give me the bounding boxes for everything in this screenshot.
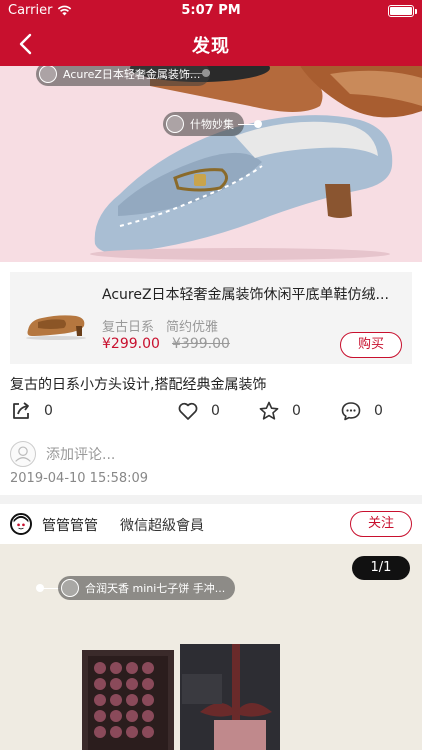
- brand-tag-label: 什物妙集: [190, 118, 234, 131]
- author-row: 管管管管 微信超級會員 关注: [0, 504, 422, 544]
- tag-logo-icon: [61, 579, 79, 597]
- author-level: 微信超級會員: [120, 518, 204, 534]
- comment-bubble-icon: [341, 402, 361, 421]
- status-time: 5:07 PM: [181, 3, 241, 18]
- battery-icon: [388, 5, 417, 17]
- product-original-price: ¥399.00: [172, 336, 230, 352]
- product-card[interactable]: AcureZ日本轻奢金属装饰休闲平底单鞋仿绒... 复古日系 简约优雅 ¥299.…: [10, 272, 412, 364]
- share-action[interactable]: 0: [10, 400, 53, 422]
- product-tag-label: 合润天香 mini七子饼 手冲...: [85, 582, 226, 595]
- product-tags: 复古日系 简约优雅: [102, 316, 230, 335]
- post-timestamp: 2019-04-10 15:58:09: [10, 471, 149, 486]
- post-image[interactable]: AcureZ日本轻奢金属装饰... 什物妙集: [0, 66, 422, 262]
- author-name[interactable]: 管管管管: [42, 515, 98, 535]
- product-thumbnail: [26, 315, 86, 340]
- product-tag[interactable]: 合润天香 mini七子饼 手冲...: [58, 576, 236, 600]
- comment-action[interactable]: 0: [340, 400, 383, 422]
- user-avatar-icon: [10, 441, 36, 467]
- product-price: ¥299.00: [102, 336, 160, 352]
- page-title: 发现: [192, 36, 230, 57]
- like-action[interactable]: 0: [177, 400, 220, 422]
- share-count: 0: [44, 403, 53, 419]
- favorite-count: 0: [292, 403, 301, 419]
- share-icon: [13, 402, 29, 419]
- post-image-2[interactable]: 1/1 合润天香 mini七子饼 手冲...: [0, 544, 422, 750]
- product-tag-label: 复古日系: [102, 320, 155, 335]
- tag-logo-icon: [39, 66, 57, 83]
- favorite-action[interactable]: 0: [258, 400, 301, 422]
- status-bar: Carrier 5:07 PM: [0, 0, 422, 22]
- heart-icon: [178, 402, 198, 420]
- comment-count: 0: [374, 403, 383, 419]
- product-tag-label: AcureZ日本轻奢金属装饰...: [63, 68, 201, 81]
- section-divider: [0, 495, 422, 504]
- shoe-photo: [90, 66, 422, 260]
- comment-row[interactable]: 添加评论...: [10, 441, 115, 467]
- star-icon: [259, 401, 279, 420]
- tag-anchor-dot: [254, 120, 262, 128]
- comment-input[interactable]: 添加评论...: [46, 444, 115, 464]
- brand-tag[interactable]: 什物妙集: [163, 112, 244, 136]
- product-name: AcureZ日本轻奢金属装饰休闲平底单鞋仿绒...: [102, 287, 389, 303]
- like-count: 0: [211, 403, 220, 419]
- buy-button[interactable]: 购买: [340, 332, 402, 358]
- post-description: 复古的日系小方头设计,搭配经典金属装饰: [10, 377, 267, 393]
- tag-logo-icon: [166, 115, 184, 133]
- product-tag-label: 简约优雅: [166, 320, 219, 335]
- nav-bar: 发现: [0, 22, 422, 66]
- product-tag[interactable]: AcureZ日本轻奢金属装饰...: [36, 66, 211, 86]
- top-bar: Carrier 5:07 PM 发现: [0, 0, 422, 66]
- discover-page: Carrier 5:07 PM 发现 AcureZ日本轻奢金属装饰... 什物妙…: [0, 0, 422, 750]
- follow-button[interactable]: 关注: [350, 511, 412, 537]
- image-counter: 1/1: [352, 556, 410, 580]
- author-avatar[interactable]: [10, 513, 32, 535]
- action-bar: 0 0 0 0: [0, 398, 422, 426]
